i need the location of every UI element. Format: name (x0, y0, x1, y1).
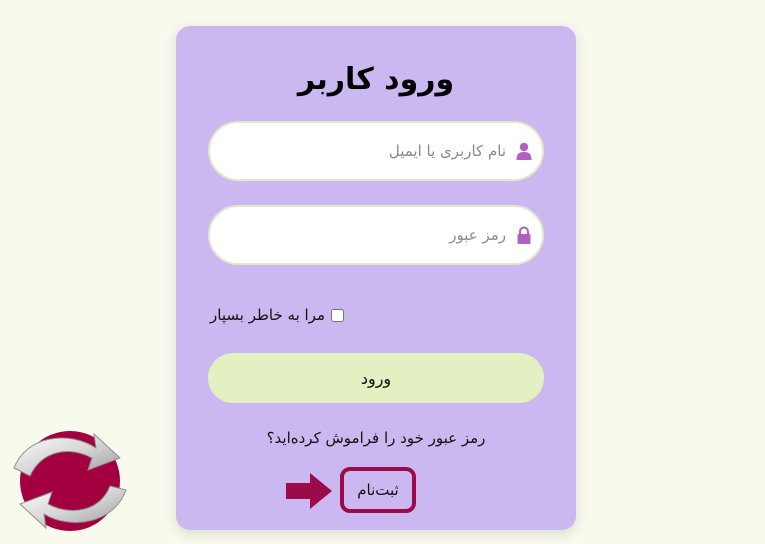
remember-checkbox[interactable] (331, 308, 344, 322)
login-page: ورود کاربر مرا به خاطر بسپار ورود رمز عب… (0, 0, 765, 544)
forgot-password-link[interactable]: رمز عبور خود را فراموش کرده‌اید؟ (176, 429, 576, 447)
lock-icon (517, 226, 531, 244)
login-button[interactable]: ورود (208, 353, 544, 403)
login-card: ورود کاربر مرا به خاطر بسپار ورود رمز عب… (176, 26, 576, 530)
user-icon (516, 142, 532, 160)
username-field[interactable] (208, 121, 544, 181)
right-arrow-icon (286, 473, 332, 509)
page-title: ورود کاربر (297, 62, 455, 97)
username-input[interactable] (224, 123, 506, 179)
refresh-arrows-logo (13, 431, 127, 531)
password-input[interactable] (224, 207, 506, 263)
register-link[interactable]: ثبت‌نام (340, 467, 416, 513)
password-field[interactable] (208, 205, 544, 265)
remember-me[interactable]: مرا به خاطر بسپار (210, 306, 344, 324)
remember-label: مرا به خاطر بسپار (210, 306, 325, 324)
